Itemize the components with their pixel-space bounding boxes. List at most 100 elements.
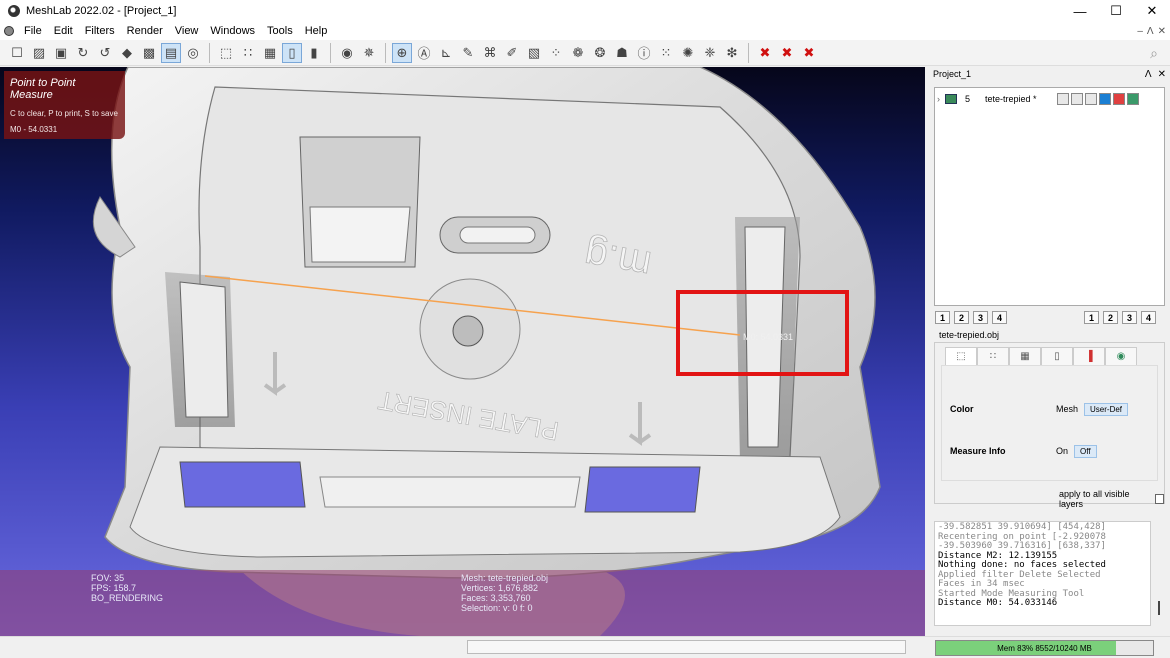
reference-icon[interactable]: ❈ [700, 43, 720, 63]
layers-icon[interactable]: ▤ [161, 42, 181, 63]
layer-flat-icon[interactable] [1099, 93, 1111, 105]
close-icon[interactable]: ✕ [1134, 0, 1170, 22]
pickpoints-icon[interactable]: ✺ [678, 43, 698, 63]
delete-selected-icon[interactable]: ✖ [755, 43, 775, 63]
prop-tab-wire-icon[interactable]: ▦ [1009, 347, 1041, 365]
left-tab-4[interactable]: 4 [992, 311, 1007, 324]
menu-render[interactable]: Render [121, 25, 169, 37]
selected-file-label: tete-trepied.obj [939, 330, 1000, 340]
mdi-app-icon[interactable] [4, 26, 14, 36]
3d-viewport[interactable]: PLATE INSERT m.g Point to Point Measure … [0, 67, 925, 636]
quality-icon[interactable]: ☗ [612, 43, 632, 63]
lasso-icon[interactable]: ❇ [722, 43, 742, 63]
prop-tab-flat-icon[interactable]: ▯ [1041, 347, 1073, 365]
menu-edit[interactable]: Edit [48, 25, 79, 37]
flat-shading-icon[interactable]: ▯ [282, 42, 302, 63]
wireframe-icon[interactable]: ▦ [260, 43, 280, 63]
left-tab-1[interactable]: 1 [935, 311, 950, 324]
status-message-field [467, 640, 906, 654]
info-icon[interactable]: ⓘ [634, 43, 654, 63]
select-vertices-icon[interactable]: ⁘ [546, 43, 566, 63]
paint-icon[interactable]: ✎ [458, 43, 478, 63]
color-mesh-option[interactable]: Mesh [1056, 404, 1078, 414]
menu-view[interactable]: View [169, 25, 205, 37]
annotation-icon[interactable]: Ⓐ [414, 43, 434, 63]
color-row: Color Mesh User-Def [950, 402, 1150, 416]
right-tab-2[interactable]: 2 [1103, 311, 1118, 324]
raster-icon[interactable]: ◎ [183, 43, 203, 63]
right-tab-3[interactable]: 3 [1122, 311, 1137, 324]
normals-icon[interactable]: ✵ [359, 43, 379, 63]
menu-filters[interactable]: Filters [79, 25, 121, 37]
left-tab-2[interactable]: 2 [954, 311, 969, 324]
apply-all-checkbox[interactable] [1154, 494, 1164, 504]
layer-name[interactable]: tete-trepied * [985, 94, 1057, 104]
log-scroll-thumb[interactable] [1158, 601, 1160, 615]
reload-all-icon[interactable]: ↺ [95, 43, 115, 63]
hud-help: C to clear, P to print, S to save [10, 109, 118, 118]
mdi-close-icon[interactable]: ✕ [1158, 26, 1166, 37]
manipulator-icon[interactable]: ❂ [590, 43, 610, 63]
prop-tab-points-icon[interactable]: ∷ [977, 347, 1009, 365]
import-mesh-icon[interactable]: ▣ [51, 43, 71, 63]
points-icon[interactable]: ∷ [238, 43, 258, 63]
texture-icon[interactable]: ▧ [524, 43, 544, 63]
measure-off-button[interactable]: Off [1074, 444, 1097, 458]
menu-bar: File Edit Filters Render View Windows To… [0, 22, 1170, 40]
layer-wire-icon[interactable] [1085, 93, 1097, 105]
delete-faces-icon[interactable]: ✖ [799, 43, 819, 63]
prop-tab-color-icon[interactable]: ◉ [1105, 347, 1137, 365]
float-panel-icon[interactable]: Ʌ [1145, 69, 1152, 80]
color-icon[interactable]: ◉ [337, 43, 357, 63]
layer-row[interactable]: › 5 tete-trepied * [937, 91, 1163, 107]
prop-tab-bbox-icon[interactable]: ⬚ [945, 347, 977, 365]
search-icon[interactable]: ⌕ [1144, 43, 1164, 63]
panel-header: Project_1 Ʌ ✕ [929, 67, 1170, 81]
expand-chevron-icon[interactable]: › [937, 94, 945, 104]
right-tab-1[interactable]: 1 [1084, 311, 1099, 324]
snapshot-icon[interactable]: ▩ [139, 43, 159, 63]
brush-icon[interactable]: ✐ [502, 43, 522, 63]
apply-all-label: apply to all visible layers [1059, 489, 1130, 509]
left-tab-3[interactable]: 3 [973, 311, 988, 324]
toolbar-separator [330, 42, 331, 63]
render-properties: ⬚ ∷ ▦ ▯ ▐ ◉ Color Mesh User-Def Measure … [934, 342, 1165, 509]
new-project-icon[interactable]: ☐ [7, 43, 27, 63]
mdi-restore-icon[interactable]: Ʌ [1147, 26, 1154, 37]
mesh-visible-icon[interactable] [945, 94, 957, 104]
prop-tab-measure-icon[interactable]: ▐ [1073, 347, 1105, 365]
right-tab-4[interactable]: 4 [1141, 311, 1156, 324]
menu-tools[interactable]: Tools [261, 25, 299, 37]
measure-info-row: Measure Info On Off [950, 444, 1150, 458]
select-connected-icon[interactable]: ⁙ [656, 43, 676, 63]
close-panel-icon[interactable]: ✕ [1158, 69, 1166, 80]
measure-icon[interactable]: ⊾ [436, 43, 456, 63]
menu-help[interactable]: Help [299, 25, 334, 37]
open-project-icon[interactable]: ▨ [29, 43, 49, 63]
layer-bbox-icon[interactable] [1057, 93, 1069, 105]
log-scrollbar[interactable] [1153, 521, 1165, 626]
delete-vertices-icon[interactable]: ✖ [777, 43, 797, 63]
smooth-shading-icon[interactable]: ▮ [304, 43, 324, 63]
maximize-icon[interactable]: ☐ [1098, 0, 1134, 22]
mdi-minimize-icon[interactable]: – [1137, 26, 1143, 37]
reload-icon[interactable]: ↻ [73, 43, 93, 63]
log-window[interactable]: -39.582851 39.910694] [454,428] Recenteri… [934, 521, 1151, 626]
menu-windows[interactable]: Windows [204, 25, 261, 37]
layer-tree: › 5 tete-trepied * [934, 87, 1165, 306]
menu-file[interactable]: File [18, 25, 48, 37]
layer-color-icon[interactable] [1127, 93, 1139, 105]
bbox-icon[interactable]: ⬚ [216, 43, 236, 63]
export-mesh-icon[interactable]: ◆ [117, 43, 137, 63]
layer-measure-icon[interactable] [1113, 93, 1125, 105]
log-line: Distance M0: 54.033146 [938, 598, 1058, 608]
measure-on-option[interactable]: On [1056, 446, 1068, 456]
color-user-def-button[interactable]: User-Def [1084, 402, 1129, 416]
selection-text: Selection: v: 0 f: 0 [461, 603, 533, 613]
align-icon[interactable]: ❁ [568, 43, 588, 63]
trackball-icon[interactable]: ⊕ [392, 42, 412, 63]
minimize-icon[interactable]: — [1062, 0, 1098, 22]
layer-points-icon[interactable] [1071, 93, 1083, 105]
render-mode-text: BO_RENDERING [91, 593, 164, 603]
select-faces-icon[interactable]: ⌘ [480, 43, 500, 63]
